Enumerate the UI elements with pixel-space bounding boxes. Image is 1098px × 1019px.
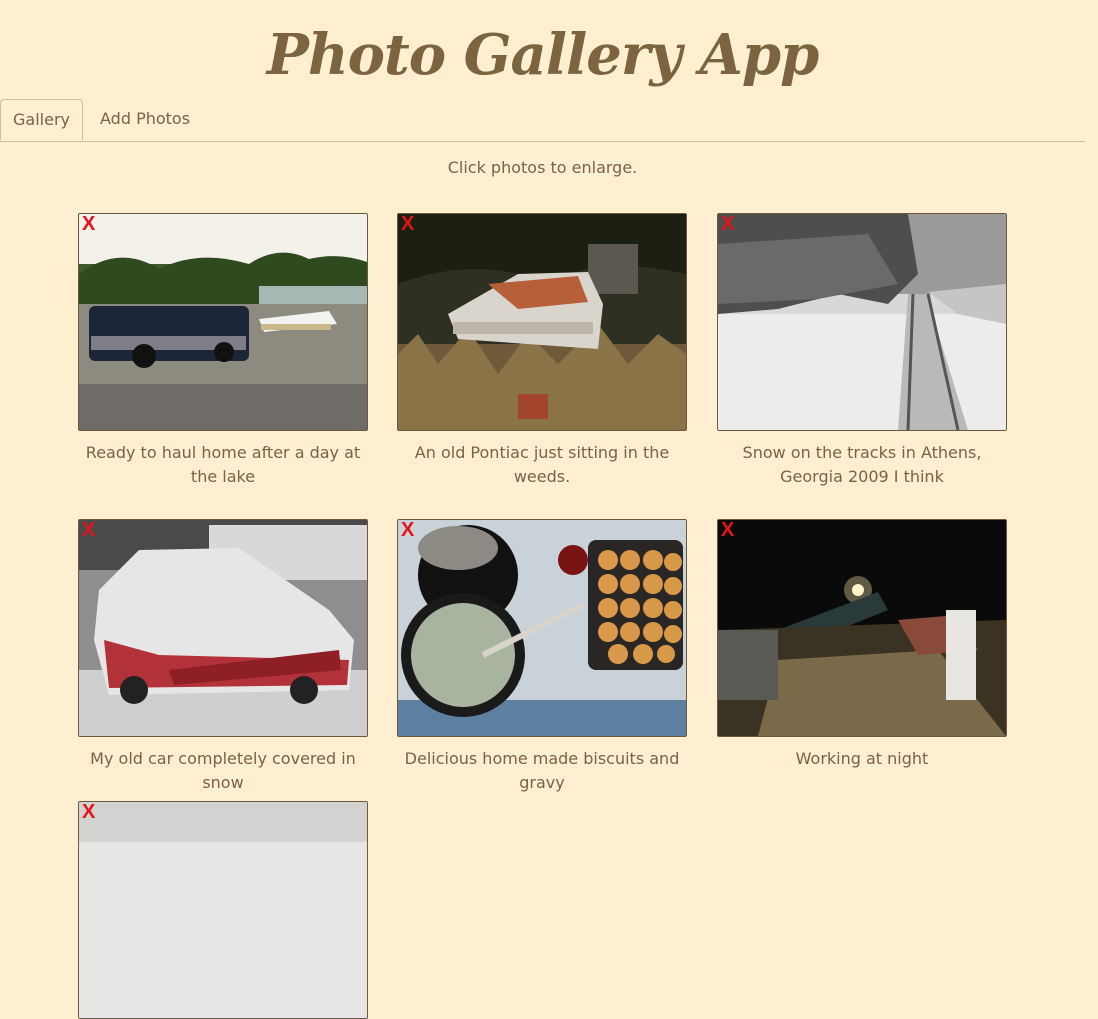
delete-photo-button[interactable]: X: [82, 520, 95, 541]
delete-photo-button[interactable]: X: [721, 520, 734, 541]
delete-photo-button[interactable]: X: [82, 802, 95, 823]
lake-truck-image: [79, 214, 367, 430]
night-work-image: [718, 520, 1006, 736]
photo-caption: An old Pontiac just sitting in the weeds…: [414, 443, 670, 486]
photo-card: X Delicious home made biscuits and gravy: [397, 519, 687, 795]
photo-thumbnail[interactable]: X: [78, 801, 368, 1019]
photo-card: X An old Pontiac just sitting in the wee…: [397, 213, 687, 489]
partial-photo-image: [79, 802, 367, 1018]
photo-card: X Ready to haul home after a day at the …: [78, 213, 368, 489]
tab-add-photos[interactable]: Add Photos: [84, 99, 206, 140]
photo-card: X Snow on the tracks in Athens, Georgia …: [717, 213, 1007, 489]
biscuits-gravy-image: [398, 520, 686, 736]
app-title: Photo Gallery App: [266, 22, 819, 88]
tab-bar: Gallery Add Photos: [0, 99, 1085, 142]
photo-thumbnail[interactable]: X: [397, 213, 687, 431]
snowy-tracks-image: [718, 214, 1006, 430]
delete-photo-button[interactable]: X: [401, 214, 414, 235]
photo-card: X Working at night: [717, 519, 1007, 771]
photo-thumbnail[interactable]: X: [717, 519, 1007, 737]
photo-thumbnail[interactable]: X: [78, 519, 368, 737]
delete-photo-button[interactable]: X: [82, 214, 95, 235]
delete-photo-button[interactable]: X: [721, 214, 734, 235]
photo-thumbnail[interactable]: X: [397, 519, 687, 737]
photo-caption: Delicious home made biscuits and gravy: [404, 749, 680, 792]
delete-photo-button[interactable]: X: [401, 520, 414, 541]
pontiac-image: [398, 214, 686, 430]
photo-thumbnail[interactable]: X: [717, 213, 1007, 431]
photo-card: X: [78, 801, 368, 1019]
photo-caption: My old car completely covered in snow: [90, 749, 356, 792]
tab-gallery[interactable]: Gallery: [0, 99, 83, 141]
snow-car-image: [79, 520, 367, 736]
photo-caption: Working at night: [795, 749, 929, 768]
photo-caption: Snow on the tracks in Athens, Georgia 20…: [742, 443, 982, 486]
photo-thumbnail[interactable]: X: [78, 213, 368, 431]
photo-caption: Ready to haul home after a day at the la…: [85, 443, 361, 486]
photo-card: X My old car completely covered in snow: [78, 519, 368, 795]
gallery-hint: Click photos to enlarge.: [447, 158, 638, 177]
